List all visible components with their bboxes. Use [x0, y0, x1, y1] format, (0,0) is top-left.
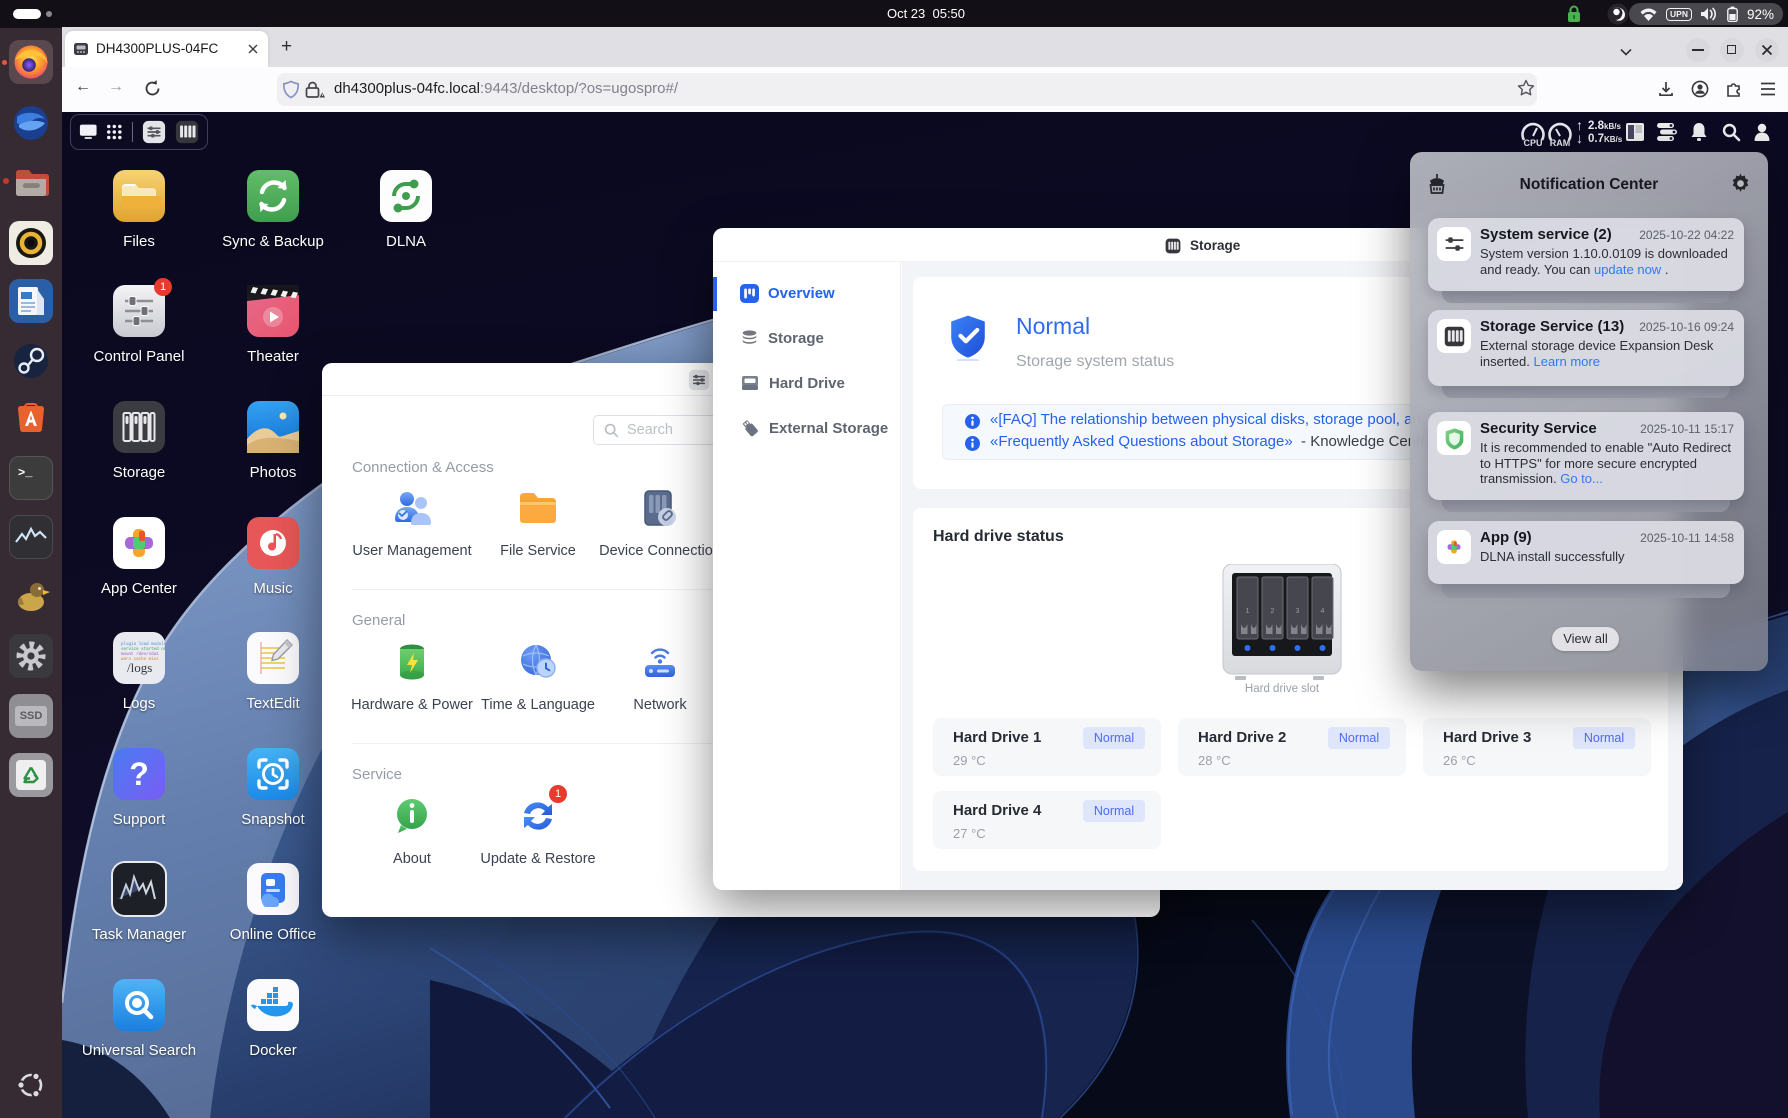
svg-text:service started ok: service started ok: [121, 647, 165, 652]
svg-text:1: 1: [1246, 608, 1250, 615]
svg-text:Hard drive slot: Hard drive slot: [1245, 683, 1320, 694]
svg-text:?: ?: [129, 756, 149, 792]
svg-text:4: 4: [1321, 608, 1325, 615]
svg-text:plugin load module: plugin load module: [121, 642, 165, 647]
svg-text:2: 2: [1271, 608, 1275, 615]
svg-text:mount /dev/sda1: mount /dev/sda1: [121, 652, 159, 657]
svg-text:3: 3: [1296, 608, 1300, 615]
svg-text:/logs: /logs: [127, 660, 152, 675]
svg-text:>_: >_: [18, 466, 33, 480]
